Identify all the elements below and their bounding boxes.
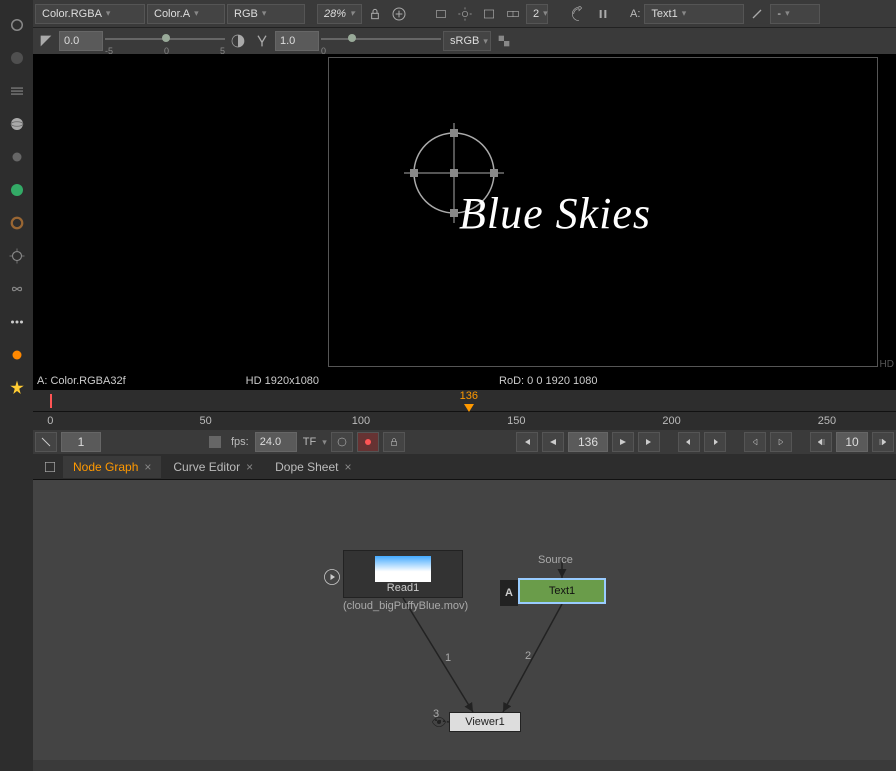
tool-palette	[0, 0, 33, 771]
add-icon[interactable]	[388, 3, 410, 25]
node-text1-source-label: Source	[538, 554, 573, 566]
record-icon[interactable]	[357, 432, 379, 452]
node-play-icon[interactable]	[323, 568, 341, 589]
input-b-dropdown[interactable]: -	[770, 4, 820, 24]
gain-icon[interactable]	[35, 30, 57, 52]
viewer-canvas[interactable]: Blue Skies	[328, 57, 878, 367]
first-frame-input[interactable]: 1	[61, 432, 101, 452]
node-text1-a-label: A	[500, 580, 518, 606]
tool-brown[interactable]	[0, 206, 33, 239]
tool-infinity[interactable]	[0, 272, 33, 305]
key-prev-button[interactable]	[744, 432, 766, 452]
node-thumbnail	[375, 556, 431, 582]
tool-star[interactable]	[0, 371, 33, 404]
node-read1[interactable]: Read1	[343, 550, 463, 598]
close-icon[interactable]: ×	[345, 460, 352, 474]
edge-label-2: 2	[525, 650, 531, 662]
contrast-icon[interactable]	[227, 30, 249, 52]
viewer-info-hd: HD 1920x1080	[246, 375, 319, 387]
tool-dots[interactable]	[0, 305, 33, 338]
gamma-icon[interactable]	[251, 30, 273, 52]
proxy-dropdown[interactable]: 2	[526, 4, 548, 24]
fps-indicator	[209, 436, 221, 448]
go-first-button[interactable]	[516, 432, 538, 452]
edge-label-1: 1	[445, 652, 451, 664]
close-icon[interactable]: ×	[144, 460, 151, 474]
tool-lines[interactable]	[0, 74, 33, 107]
clip-icon[interactable]	[430, 3, 452, 25]
slash-icon[interactable]	[746, 3, 768, 25]
node-text1[interactable]: A Text1	[518, 578, 606, 604]
gain-input[interactable]	[59, 31, 103, 51]
tool-green[interactable]	[0, 173, 33, 206]
tool-gear[interactable]	[0, 140, 33, 173]
gamma-slider[interactable]: 0	[321, 30, 441, 52]
window-icon[interactable]	[478, 3, 500, 25]
node-graph-panel[interactable]: Read1 (cloud_bigPuffyBlue.mov) Source A …	[33, 480, 896, 760]
expand-icon[interactable]	[35, 432, 57, 452]
lock-icon[interactable]	[364, 3, 386, 25]
playback-bar: 1 fps: TF ▾ 136 10	[33, 430, 896, 454]
viewer-hd-label: HD	[880, 359, 894, 370]
wipe-icon[interactable]	[502, 3, 524, 25]
tab-node-graph[interactable]: Node Graph×	[63, 456, 161, 478]
panel-tab-bar: Node Graph× Curve Editor× Dope Sheet×	[33, 454, 896, 480]
viewer-text-content: Blue Skies	[459, 188, 651, 239]
step-fwd-button[interactable]	[704, 432, 726, 452]
fps-label: fps:	[229, 436, 251, 448]
incr-back-button[interactable]	[810, 432, 832, 452]
timeline[interactable]: 136 0 50 100 150 200 250	[33, 390, 896, 430]
tool-noise[interactable]	[0, 41, 33, 74]
tab-dope-sheet[interactable]: Dope Sheet×	[265, 456, 361, 478]
viewer-toolbar-row2: -5 0 5 0 sRGB	[33, 28, 896, 54]
tf-label: TF	[301, 436, 318, 448]
edge-label-3: 3	[433, 708, 439, 720]
refresh-icon[interactable]	[568, 3, 590, 25]
turbo-icon[interactable]	[331, 432, 353, 452]
fps-input[interactable]	[255, 432, 297, 452]
play-forward-button[interactable]	[612, 432, 634, 452]
tool-tracker[interactable]	[0, 338, 33, 371]
viewer-area[interactable]: Blue Skies HD	[33, 54, 896, 372]
gear-icon[interactable]	[454, 3, 476, 25]
viewer-info-rod: RoD: 0 0 1920 1080	[499, 375, 597, 387]
close-icon[interactable]: ×	[246, 460, 253, 474]
gamma-input[interactable]	[275, 31, 319, 51]
viewer-info-bar: A: Color.RGBA32f HD 1920x1080 RoD: 0 0 1…	[33, 372, 896, 390]
input-a-label: A:	[628, 8, 642, 20]
current-frame-input[interactable]: 136	[568, 432, 608, 452]
checker-icon[interactable]	[493, 30, 515, 52]
tool-paintbrush[interactable]	[0, 8, 33, 41]
layer-dropdown[interactable]: Color.RGBA	[35, 4, 145, 24]
colorspace-dropdown[interactable]: RGB	[227, 4, 305, 24]
float-panel-icon[interactable]	[39, 456, 61, 478]
incr-fwd-button[interactable]	[872, 432, 894, 452]
node-read1-filename: (cloud_bigPuffyBlue.mov)	[343, 600, 463, 613]
pause-icon[interactable]	[592, 3, 614, 25]
zoom-dropdown[interactable]: 28%	[317, 4, 362, 24]
lock-playback-icon[interactable]	[383, 432, 405, 452]
alpha-dropdown[interactable]: Color.A	[147, 4, 225, 24]
tab-curve-editor[interactable]: Curve Editor×	[163, 456, 263, 478]
timeline-current-frame: 136	[460, 390, 478, 402]
step-back-button[interactable]	[678, 432, 700, 452]
viewer-toolbar-row1: Color.RGBA Color.A RGB 28% 2 A: Text1 -	[33, 0, 896, 28]
go-last-button[interactable]	[638, 432, 660, 452]
timeline-caret-icon[interactable]	[464, 404, 474, 412]
display-colorspace-dropdown[interactable]: sRGB	[443, 31, 491, 51]
tool-sphere[interactable]	[0, 107, 33, 140]
tool-rotate[interactable]	[0, 239, 33, 272]
viewer-info-a: A: Color.RGBA32f	[37, 375, 126, 387]
key-next-button[interactable]	[770, 432, 792, 452]
node-viewer1[interactable]: Viewer1	[449, 712, 521, 732]
input-a-dropdown[interactable]: Text1	[644, 4, 744, 24]
gain-slider[interactable]: -5 0 5	[105, 30, 225, 52]
increment-input[interactable]: 10	[836, 432, 868, 452]
play-reverse-button[interactable]	[542, 432, 564, 452]
